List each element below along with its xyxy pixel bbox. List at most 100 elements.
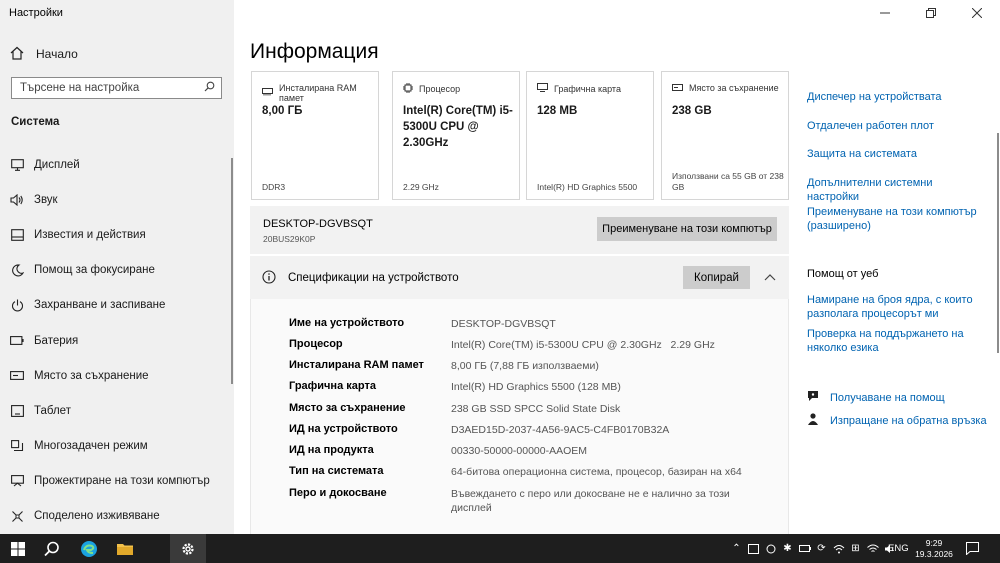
rename-pc-button[interactable]: Преименуване на този компютър bbox=[597, 217, 777, 241]
language-indicator[interactable]: ENG bbox=[888, 543, 909, 554]
sidebar-item-label: Многозадачен режим bbox=[34, 440, 148, 453]
feedback-link[interactable]: Изпращане на обратна връзка bbox=[830, 415, 987, 427]
edge-icon bbox=[81, 540, 97, 557]
feedback-row[interactable]: Изпращане на обратна връзка bbox=[806, 412, 987, 429]
network-icon[interactable] bbox=[830, 534, 847, 563]
chevron-up-icon[interactable]: ⌃ bbox=[728, 534, 745, 563]
card-label: Място за съхранение bbox=[689, 83, 779, 93]
sidebar-item-sound[interactable]: Звук bbox=[0, 182, 234, 217]
search-icon bbox=[44, 541, 59, 556]
feedback-icon bbox=[806, 412, 820, 429]
battery-icon bbox=[10, 334, 24, 348]
web-help-title: Помощ от уеб bbox=[807, 268, 879, 280]
content-scrollbar[interactable] bbox=[997, 133, 999, 353]
project-icon bbox=[10, 474, 24, 488]
search-box[interactable] bbox=[11, 77, 222, 99]
taskbar-settings-button[interactable] bbox=[170, 534, 206, 563]
sidebar-nav: Дисплей Звук Известия и действия Помощ з… bbox=[0, 147, 234, 534]
spec-key: Място за съхранение bbox=[289, 402, 406, 414]
sidebar-item-label: Помощ за фокусиране bbox=[34, 264, 155, 277]
storage-icon bbox=[10, 369, 24, 383]
card-value: 238 GB bbox=[672, 105, 712, 117]
spec-row: ИД на продукта 00330-50000-00000-AAOEM bbox=[289, 444, 756, 458]
link-system-protection[interactable]: Защита на системата bbox=[807, 148, 987, 162]
gpu-icon bbox=[537, 83, 548, 94]
device-specs-header[interactable]: Спецификации на устройството Копирай bbox=[250, 256, 789, 299]
maximize-button[interactable] bbox=[908, 0, 954, 26]
sidebar-item-label: Споделено изживяване bbox=[34, 510, 160, 523]
link-cpu-cores[interactable]: Намиране на броя ядра, с които разполага… bbox=[807, 294, 987, 321]
spec-value: Intel(R) Core(TM) i5-5300U CPU @ 2.30GHz… bbox=[451, 339, 715, 351]
sidebar-item-notifications[interactable]: Известия и действия bbox=[0, 217, 234, 252]
sidebar-item-shared-experiences[interactable]: Споделено изживяване bbox=[0, 499, 234, 534]
sidebar-item-projecting[interactable]: Прожектиране на този компютър bbox=[0, 464, 234, 499]
taskbar: ⌃ ✱ ⟳ ⊞ ENG 9:29 19.3.2026 г. bbox=[0, 534, 1000, 563]
sidebar-item-storage[interactable]: Място за съхранение bbox=[0, 358, 234, 393]
drive-icon[interactable] bbox=[762, 534, 779, 563]
sidebar-item-label: Таблет bbox=[34, 404, 71, 417]
card-gpu: Графична карта 128 MB Intel(R) HD Graphi… bbox=[526, 71, 654, 200]
spec-row: Графична карта Intel(R) HD Graphics 5500 … bbox=[289, 380, 756, 394]
close-button[interactable] bbox=[954, 0, 1000, 26]
search-icon[interactable] bbox=[204, 81, 215, 95]
device-specs-body: Име на устройството DESKTOP-DGVBSQT Проце… bbox=[250, 299, 789, 534]
card-sub: Използвани са 55 GB от 238 GB bbox=[672, 171, 784, 192]
taskbar-explorer-button[interactable] bbox=[107, 534, 143, 563]
pen-workspace-icon[interactable] bbox=[745, 534, 762, 563]
link-rename-pc-advanced[interactable]: Преименуване на този компютър (разширено… bbox=[807, 206, 987, 233]
chevron-up-icon[interactable] bbox=[764, 270, 776, 284]
battery-icon[interactable] bbox=[796, 534, 813, 563]
copy-button[interactable]: Копирай bbox=[683, 266, 750, 289]
minimize-button[interactable] bbox=[862, 0, 908, 26]
sidebar-item-tablet[interactable]: Таблет bbox=[0, 393, 234, 428]
spec-row: Процесор Intel(R) Core(TM) i5-5300U CPU @… bbox=[289, 338, 756, 352]
sidebar-item-label: Батерия bbox=[34, 334, 79, 347]
gear-icon bbox=[182, 542, 194, 555]
notification-center-icon[interactable] bbox=[966, 542, 979, 558]
update-icon[interactable]: ⟳ bbox=[813, 534, 830, 563]
card-ram: Инсталирана RAM памет 8,00 ГБ DDR3 bbox=[251, 71, 379, 200]
info-icon bbox=[262, 270, 276, 287]
monitor-icon bbox=[10, 158, 24, 172]
link-remote-desktop[interactable]: Отдалечен работен плот bbox=[807, 120, 987, 134]
clock[interactable]: 9:29 19.3.2026 г. bbox=[912, 538, 956, 563]
bluetooth-icon[interactable]: ✱ bbox=[779, 534, 796, 563]
link-language-support[interactable]: Проверка на поддържането на няколко език… bbox=[807, 328, 987, 355]
link-advanced-system-settings[interactable]: Допълнителни системни настройки bbox=[807, 177, 987, 204]
ime-icon[interactable]: ⊞ bbox=[847, 534, 864, 563]
sidebar-item-label: Дисплей bbox=[34, 158, 80, 171]
sidebar-item-focus-assist[interactable]: Помощ за фокусиране bbox=[0, 253, 234, 288]
get-help-link[interactable]: Получаване на помощ bbox=[830, 392, 945, 404]
sidebar-scrollbar[interactable] bbox=[231, 158, 233, 384]
taskbar-edge-button[interactable] bbox=[71, 534, 107, 563]
spec-key: Инсталирана RAM памет bbox=[289, 359, 424, 371]
clock-date: 19.3.2026 г. bbox=[915, 549, 953, 563]
sidebar-item-label: Известия и действия bbox=[34, 228, 146, 241]
spec-row: Инсталирана RAM памет 8,00 ГБ (7,88 ГБ из… bbox=[289, 359, 756, 373]
power-icon bbox=[10, 298, 24, 312]
clock-time: 9:29 bbox=[925, 538, 943, 548]
sidebar-item-display[interactable]: Дисплей bbox=[0, 147, 234, 182]
ram-icon bbox=[262, 88, 273, 98]
link-device-manager[interactable]: Диспечер на устройствата bbox=[807, 91, 987, 105]
wifi-icon[interactable] bbox=[864, 534, 881, 563]
card-value: Intel(R) Core(TM) i5-5300U CPU @ 2.30GHz bbox=[403, 105, 513, 149]
folder-icon bbox=[117, 543, 133, 555]
get-help-row[interactable]: Получаване на помощ bbox=[806, 389, 945, 406]
search-input[interactable] bbox=[20, 82, 200, 94]
device-specs-title: Спецификации на устройството bbox=[288, 272, 459, 284]
notification-icon bbox=[10, 228, 24, 242]
multitask-icon bbox=[10, 439, 24, 453]
start-button[interactable] bbox=[0, 534, 36, 563]
card-cpu: Процесор Intel(R) Core(TM) i5-5300U CPU … bbox=[392, 71, 520, 200]
sidebar-item-label: Прожектиране на този компютър bbox=[34, 475, 210, 488]
sidebar-item-label: Звук bbox=[34, 193, 58, 206]
home-nav-item[interactable]: Начало bbox=[10, 45, 78, 63]
spec-row: Перо и докосване Въвеждането с перо или д… bbox=[289, 487, 756, 515]
sidebar-item-power[interactable]: Захранване и заспиване bbox=[0, 288, 234, 323]
spec-key: Тип на системата bbox=[289, 465, 384, 477]
help-icon bbox=[806, 389, 820, 406]
sidebar-item-multitasking[interactable]: Многозадачен режим bbox=[0, 429, 234, 464]
taskbar-search-button[interactable] bbox=[34, 534, 70, 563]
sidebar-item-battery[interactable]: Батерия bbox=[0, 323, 234, 358]
